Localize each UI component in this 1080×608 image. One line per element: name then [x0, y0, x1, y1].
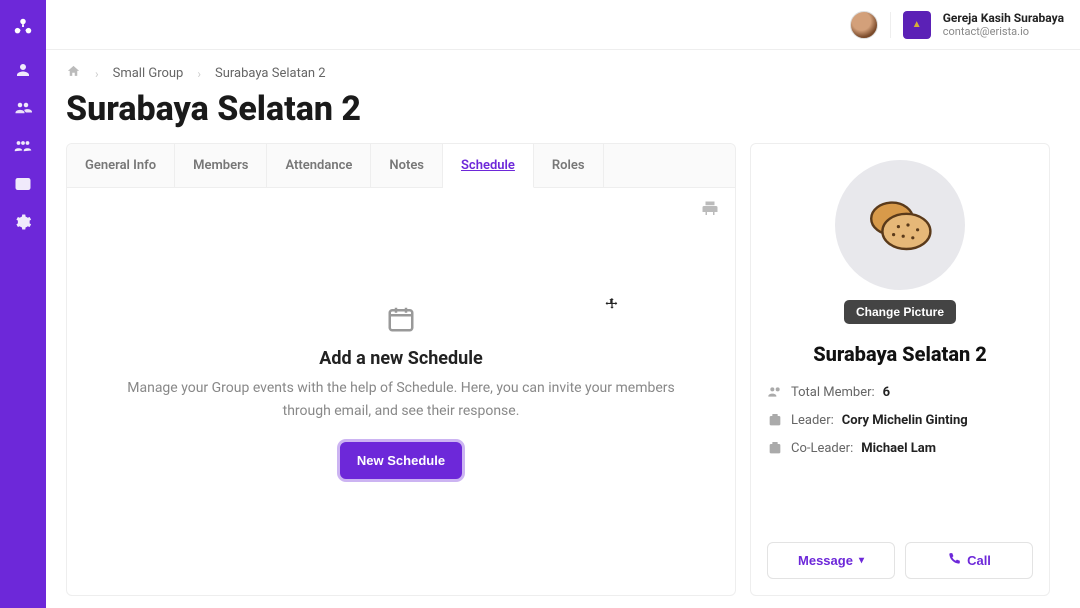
sidebar — [0, 0, 46, 608]
empty-state-description: Manage your Group events with the help o… — [121, 377, 681, 422]
app-logo-icon — [12, 16, 34, 42]
coleader-label: Co-Leader: — [791, 441, 853, 456]
group-name: Surabaya Selatan 2 — [813, 342, 987, 366]
nav-mail-icon[interactable] — [13, 174, 33, 194]
group-picture — [835, 160, 965, 290]
schedule-tab-body: Add a new Schedule Manage your Group eve… — [67, 188, 735, 595]
tab-members[interactable]: Members — [175, 144, 267, 187]
nav-groups-3-icon[interactable] — [13, 136, 33, 156]
chevron-right-icon: › — [95, 67, 99, 81]
total-member-label: Total Member: — [791, 385, 875, 400]
calendar-icon — [386, 304, 416, 338]
nav-people-icon[interactable] — [13, 60, 33, 80]
chevron-down-icon: ▾ — [859, 555, 864, 566]
chevron-right-icon: › — [197, 67, 201, 81]
tab-notes[interactable]: Notes — [371, 144, 443, 187]
tab-attendance[interactable]: Attendance — [267, 144, 371, 187]
page-title: Surabaya Selatan 2 — [66, 89, 1060, 129]
call-button[interactable]: Call — [905, 542, 1033, 579]
nav-settings-icon[interactable] — [13, 212, 33, 232]
org-email: contact@erista.io — [943, 25, 1064, 38]
group-detail-panel: Change Picture Surabaya Selatan 2 Total … — [750, 143, 1050, 596]
call-button-label: Call — [967, 553, 991, 568]
tabs: General Info Members Attendance Notes Sc… — [67, 144, 735, 188]
home-icon[interactable] — [66, 64, 81, 83]
change-picture-button[interactable]: Change Picture — [844, 300, 956, 324]
topbar: ▲ Gereja Kasih Surabaya contact@erista.i… — [46, 0, 1080, 50]
coleader-value: Michael Lam — [861, 441, 936, 456]
tab-schedule[interactable]: Schedule — [443, 144, 534, 188]
user-avatar[interactable] — [850, 11, 878, 39]
new-schedule-button[interactable]: New Schedule — [340, 442, 462, 479]
total-member-value: 6 — [883, 385, 890, 400]
leader-label: Leader: — [791, 413, 834, 428]
leader-row: Leader: Cory Michelin Ginting — [767, 412, 1033, 428]
vertical-divider — [890, 12, 891, 38]
coleader-row: Co-Leader: Michael Lam — [767, 440, 1033, 456]
message-button-label: Message — [798, 553, 853, 568]
total-member-row: Total Member: 6 — [767, 384, 1033, 400]
main-panel: General Info Members Attendance Notes Sc… — [66, 143, 736, 596]
leader-value: Cory Michelin Ginting — [842, 413, 968, 428]
org-name: Gereja Kasih Surabaya — [943, 11, 1064, 25]
tab-roles[interactable]: Roles — [534, 144, 604, 187]
breadcrumb-level-2[interactable]: Surabaya Selatan 2 — [215, 66, 326, 81]
tab-general-info[interactable]: General Info — [67, 144, 175, 187]
print-icon[interactable] — [701, 200, 719, 222]
move-icon[interactable] — [605, 296, 619, 315]
breadcrumb-level-1[interactable]: Small Group — [113, 66, 184, 81]
breadcrumb: › Small Group › Surabaya Selatan 2 — [66, 64, 1060, 83]
empty-state-title: Add a new Schedule — [319, 348, 482, 369]
phone-icon — [947, 552, 961, 569]
nav-groups-2-icon[interactable] — [13, 98, 33, 118]
org-info[interactable]: Gereja Kasih Surabaya contact@erista.io — [943, 11, 1064, 39]
message-button[interactable]: Message ▾ — [767, 542, 895, 579]
org-logo-icon[interactable]: ▲ — [903, 11, 931, 39]
